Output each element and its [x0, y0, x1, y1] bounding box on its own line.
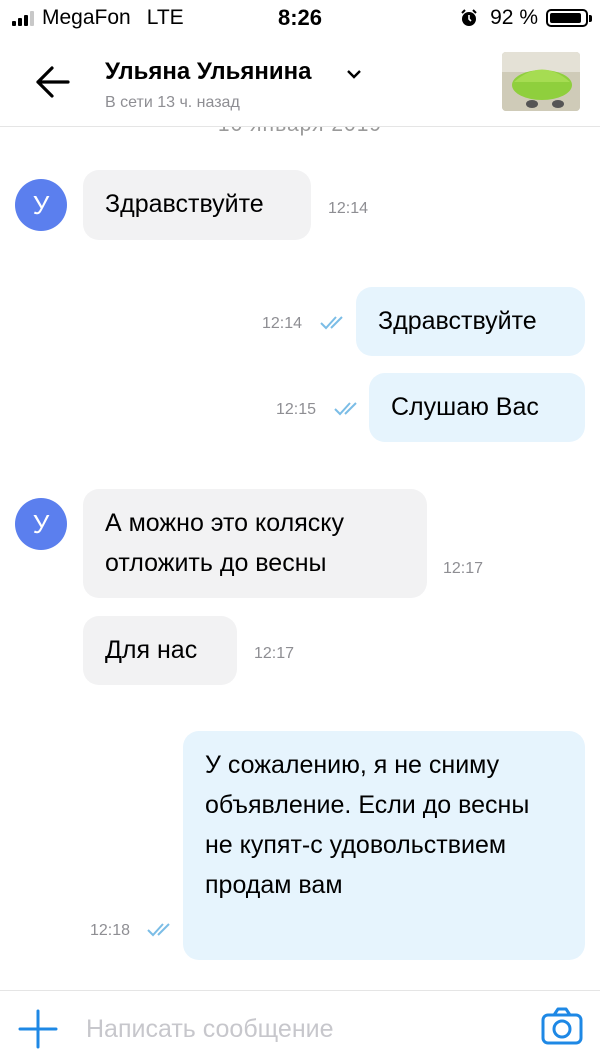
- message-input[interactable]: [86, 1009, 506, 1049]
- message-text: У сожалению, я не сниму объявление. Если…: [205, 751, 530, 899]
- message-text: Для нас: [105, 636, 198, 664]
- message-text: Здравствуйте: [105, 190, 264, 218]
- listing-thumbnail[interactable]: [502, 52, 580, 111]
- status-bar: MegaFon LTE 8:26 92 %: [0, 0, 600, 40]
- message-text: Здравствуйте: [378, 307, 537, 335]
- contact-status: В сети 13 ч. назад: [105, 94, 240, 111]
- back-arrow-icon[interactable]: [30, 62, 74, 102]
- avatar[interactable]: У: [15, 498, 67, 550]
- alarm-icon: [461, 9, 477, 26]
- add-attachment-icon[interactable]: [18, 1009, 58, 1049]
- contact-name[interactable]: Ульяна Ульянина: [105, 58, 311, 86]
- message-bubble-incoming[interactable]: А можно это коляску отложить до весны: [83, 489, 427, 598]
- chat-header: Ульяна Ульянина В сети 13 ч. назад: [0, 40, 600, 127]
- double-check-icon: [320, 316, 343, 330]
- camera-icon[interactable]: [540, 1005, 584, 1049]
- message-time: 12:14: [328, 200, 369, 217]
- message-time: 12:18: [90, 922, 131, 939]
- battery-percent: 92 %: [490, 6, 538, 29]
- message-text: А можно это коляску отложить до весны: [105, 509, 344, 577]
- message-time: 12:17: [443, 560, 484, 577]
- message-bubble-incoming[interactable]: Здравствуйте: [83, 170, 311, 240]
- battery-icon: [546, 9, 592, 27]
- double-check-icon: [147, 923, 170, 937]
- avatar[interactable]: У: [15, 179, 67, 231]
- status-right: 92 %: [460, 6, 592, 30]
- message-bubble-outgoing[interactable]: Здравствуйте: [356, 287, 585, 356]
- message-time: 12:14: [262, 315, 303, 332]
- message-bubble-outgoing[interactable]: У сожалению, я не сниму объявление. Если…: [183, 731, 585, 960]
- message-text: Слушаю Вас: [391, 393, 539, 421]
- double-check-icon: [334, 402, 357, 416]
- message-composer: [0, 990, 600, 1064]
- message-bubble-outgoing[interactable]: Слушаю Вас: [369, 373, 585, 442]
- message-time: 12:15: [276, 401, 317, 418]
- message-bubble-incoming[interactable]: Для нас: [83, 616, 237, 685]
- chevron-down-icon[interactable]: [346, 68, 362, 80]
- message-time: 12:17: [254, 645, 295, 662]
